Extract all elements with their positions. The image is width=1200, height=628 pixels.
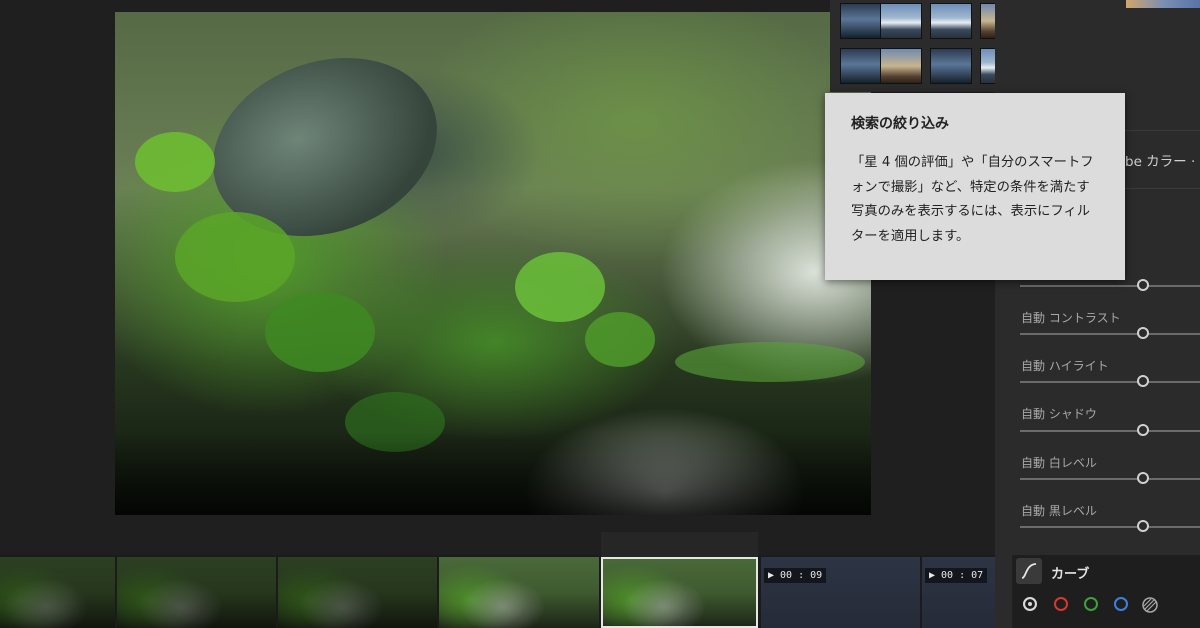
- selected-indicator: [601, 532, 758, 557]
- contrast-slider-track[interactable]: [1020, 333, 1200, 335]
- highlights-label: 自動 ハイライト: [1021, 359, 1109, 373]
- video-duration-badge: ▶ 00 : 07: [925, 568, 988, 583]
- whites-label: 自動 白レベル: [1021, 456, 1097, 470]
- grid-thumbnail[interactable]: [930, 48, 972, 84]
- filmstrip-item[interactable]: [0, 557, 115, 628]
- green-channel-button[interactable]: [1084, 597, 1098, 611]
- shadows-label: 自動 シャドウ: [1021, 407, 1097, 421]
- curve-title: カーブ: [1051, 567, 1090, 582]
- shadows-slider-knob[interactable]: [1137, 424, 1149, 436]
- filmstrip-item[interactable]: [278, 557, 437, 628]
- tooltip: 検索の絞り込み 「星 4 個の評価」や「自分のスマートフォンで撮影」など、特定の…: [825, 93, 1125, 280]
- curve-icon[interactable]: [1016, 558, 1042, 584]
- whites-slider-track[interactable]: [1020, 478, 1200, 480]
- filmstrip-item[interactable]: [439, 557, 599, 628]
- contrast-label: 自動 コントラスト: [1021, 311, 1121, 325]
- histogram: [1126, 0, 1200, 8]
- grid-thumbnail[interactable]: [880, 3, 922, 39]
- main-photo[interactable]: [115, 12, 871, 515]
- grid-thumbnail[interactable]: [930, 3, 972, 39]
- selected-frame: [601, 557, 758, 628]
- slider-track[interactable]: [1020, 285, 1200, 287]
- all-channel-button[interactable]: [1023, 597, 1037, 611]
- grid-thumbnail[interactable]: [840, 48, 882, 84]
- filmstrip-item[interactable]: [117, 557, 276, 628]
- blue-channel-button[interactable]: [1114, 597, 1128, 611]
- grid-thumbnail[interactable]: [880, 48, 922, 84]
- red-channel-button[interactable]: [1054, 597, 1068, 611]
- custom-channel-icon[interactable]: [1141, 596, 1159, 614]
- blacks-slider-track[interactable]: [1020, 526, 1200, 528]
- blacks-slider-knob[interactable]: [1137, 520, 1149, 532]
- whites-slider-knob[interactable]: [1137, 472, 1149, 484]
- contrast-slider-knob[interactable]: [1137, 327, 1149, 339]
- tooltip-title: 検索の絞り込み: [851, 116, 949, 132]
- profile-selector[interactable]: be カラー ·: [1125, 150, 1195, 170]
- video-duration-badge: ▶ 00 : 09: [764, 568, 827, 583]
- slider-knob[interactable]: [1137, 279, 1149, 291]
- highlights-slider-track[interactable]: [1020, 381, 1200, 383]
- grid-thumbnail[interactable]: [840, 3, 882, 39]
- shadows-slider-track[interactable]: [1020, 430, 1200, 432]
- blacks-label: 自動 黒レベル: [1021, 504, 1097, 518]
- highlights-slider-knob[interactable]: [1137, 375, 1149, 387]
- tooltip-body: 「星 4 個の評価」や「自分のスマートフォンで撮影」など、特定の条件を満たす写真…: [851, 155, 1094, 244]
